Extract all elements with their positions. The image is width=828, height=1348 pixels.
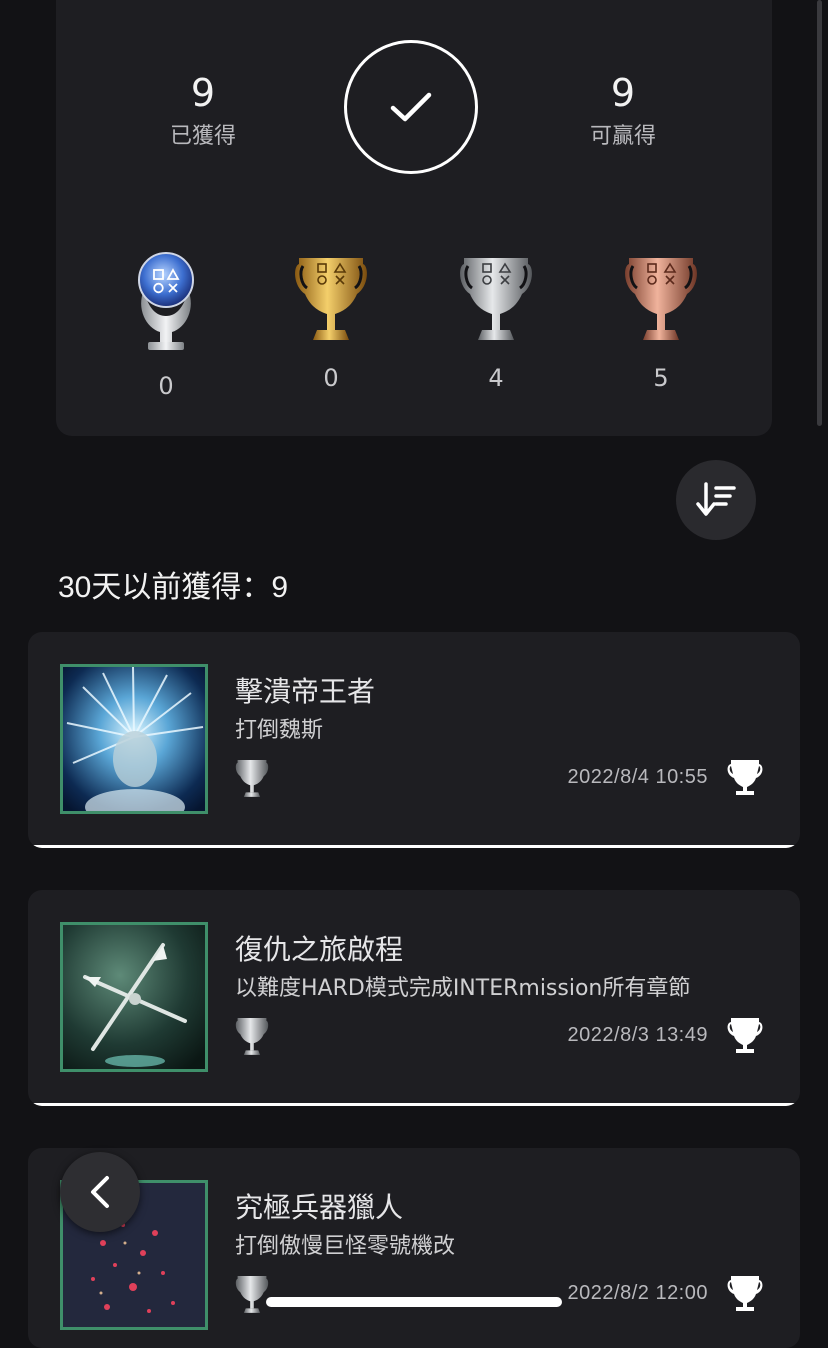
available-count: 9 (610, 71, 636, 115)
trophy-icon (727, 1018, 763, 1053)
trophy-thumbnail (60, 922, 208, 1072)
trophy-title: 擊潰帝王者 (235, 675, 376, 708)
bronze-trophy-stat: 5 (611, 250, 711, 392)
trophy-description: 打倒傲慢巨怪零號機改 (235, 1234, 456, 1259)
available-stat: 9 可贏得 (523, 70, 723, 150)
silver-trophy-stat: 4 (446, 250, 546, 392)
trophy-list-item[interactable]: 復仇之旅啟程 以難度HARD模式完成INTERmission所有章節 2022/… (28, 890, 800, 1106)
earned-stat: 9 已獲得 (103, 70, 303, 150)
platinum-trophy-icon (138, 252, 194, 350)
card-divider (28, 1103, 800, 1106)
section-title: 30天以前獲得：9 (58, 571, 289, 604)
silver-trophy-icon (235, 1018, 269, 1055)
bronze-count: 5 (653, 364, 669, 392)
chevron-left-icon (91, 1176, 109, 1208)
gold-trophy-stat: 0 (281, 250, 381, 392)
trophy-list-item[interactable]: 究極兵器獵人 打倒傲慢巨怪零號機改 2022/8/2 12:00 (28, 1148, 800, 1348)
trophy-title: 究極兵器獵人 (235, 1191, 404, 1224)
gold-count: 0 (323, 364, 339, 392)
trophy-icon (727, 1276, 763, 1311)
earned-date: 2022/8/2 12:00 (567, 1282, 708, 1304)
silver-trophy-icon (460, 258, 532, 340)
back-button[interactable] (60, 1152, 140, 1232)
earned-label: 已獲得 (169, 124, 236, 149)
gold-trophy-icon (295, 258, 367, 340)
sort-button[interactable] (676, 460, 756, 540)
trophy-title: 復仇之旅啟程 (235, 933, 404, 966)
silver-trophy-icon (235, 760, 269, 797)
bronze-trophy-icon (625, 258, 697, 340)
trophy-summary-panel: 9 已獲得 9 可贏得 0 0 4 5 (56, 0, 772, 436)
silver-trophy-icon (235, 1276, 269, 1313)
platinum-trophy-stat: 0 (116, 250, 216, 400)
trophy-description: 以難度HARD模式完成INTERmission所有章節 (235, 976, 691, 1001)
trophy-description: 打倒魏斯 (235, 718, 324, 743)
scrollbar[interactable] (817, 0, 822, 426)
silver-count: 4 (488, 364, 504, 392)
trophy-list-item[interactable]: 擊潰帝王者 打倒魏斯 2022/8/4 10:55 (28, 632, 800, 848)
home-indicator[interactable] (266, 1297, 562, 1307)
trophy-icon (727, 760, 763, 795)
sort-descending-icon (696, 482, 736, 516)
card-divider (28, 845, 800, 848)
platinum-count: 0 (158, 372, 174, 400)
available-label: 可贏得 (589, 124, 656, 149)
earned-count: 9 (190, 71, 216, 115)
earned-date: 2022/8/4 10:55 (567, 766, 708, 788)
earned-date: 2022/8/3 13:49 (567, 1024, 708, 1046)
check-icon (390, 92, 432, 122)
trophy-thumbnail (60, 664, 208, 814)
completion-badge (344, 40, 478, 174)
